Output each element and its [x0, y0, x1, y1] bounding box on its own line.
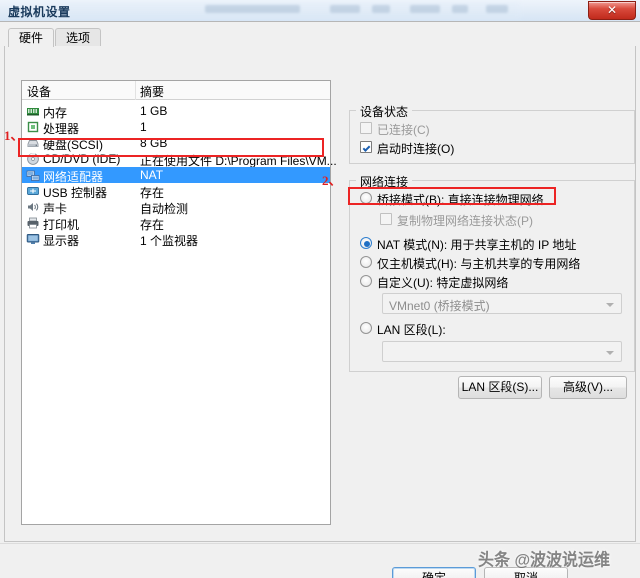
device-list[interactable]: 设备 摘要 内存 1 GB 处理器 1 硬盘(SCSI) 8 GB CD/DVD…: [21, 80, 337, 525]
checkbox-box: [380, 213, 392, 225]
radio-bridged-label: 桥接模式(B): 直接连接物理网络: [377, 193, 544, 207]
device-status-legend: 设备状态: [356, 103, 413, 120]
device-summary: 1 个监视器: [140, 234, 199, 248]
column-divider: [135, 81, 136, 100]
table-row[interactable]: USB 控制器 存在: [22, 183, 330, 200]
table-row[interactable]: 处理器 1: [22, 119, 330, 136]
table-row-network-adapter[interactable]: 网络适配器 NAT: [22, 167, 330, 184]
table-row[interactable]: CD/DVD (IDE) 正在使用文件 D:\Program Files\VM.…: [22, 151, 337, 168]
ok-button[interactable]: 确定: [392, 567, 476, 578]
table-row[interactable]: 声卡 自动检测: [22, 199, 330, 216]
lan-segments-button[interactable]: LAN 区段(S)...: [458, 376, 542, 399]
network-connection-legend: 网络连接: [356, 173, 413, 190]
radio-nat-label: NAT 模式(N): 用于共享主机的 IP 地址: [377, 238, 577, 252]
column-header-device: 设备: [27, 85, 52, 99]
blur-chip: [330, 5, 360, 13]
connect-at-power-on-label: 启动时连接(O): [377, 142, 455, 156]
display-icon: [26, 232, 40, 246]
usb-icon: [26, 184, 40, 198]
close-icon[interactable]: ✕: [588, 1, 636, 20]
connected-checkbox-label: 已连接(C): [377, 123, 430, 137]
device-list-header: 设备 摘要: [22, 81, 330, 100]
chevron-down-icon: [606, 303, 614, 307]
advanced-button[interactable]: 高级(V)...: [549, 376, 627, 399]
radio-custom-label: 自定义(U): 特定虚拟网络: [377, 276, 509, 290]
network-connection-group: 网络连接 桥接模式(B): 直接连接物理网络 复制物理网络连接状态(P) NAT…: [349, 173, 635, 372]
cddvd-icon: [26, 152, 40, 166]
checkbox-box: [360, 122, 372, 134]
harddisk-icon: [26, 136, 40, 150]
processor-icon: [26, 120, 40, 134]
device-status-group: 设备状态 已连接(C) 启动时连接(O): [349, 103, 635, 164]
radio-dot: [360, 322, 372, 334]
annotation-marker-1: 1、: [4, 128, 24, 143]
radio-lan-segment-label: LAN 区段(L):: [377, 323, 446, 337]
chevron-down-icon: [606, 351, 614, 355]
blur-chip: [372, 5, 390, 13]
blur-chip: [410, 5, 440, 13]
blur-chip: [486, 5, 508, 13]
radio-dot: [360, 256, 372, 268]
checkbox-box: [360, 141, 372, 153]
device-name: CD/DVD (IDE): [43, 152, 121, 166]
device-summary: 1 GB: [140, 104, 168, 118]
sound-icon: [26, 200, 40, 214]
title-bar: 虚拟机设置 ✕: [0, 0, 640, 21]
table-row[interactable]: 内存 1 GB: [22, 103, 330, 120]
device-summary: 1: [140, 120, 147, 134]
tab-strip: 硬件 选项: [8, 28, 102, 47]
device-summary: 8 GB: [140, 136, 168, 150]
blur-chip: [205, 5, 300, 13]
column-header-summary: 摘要: [140, 85, 165, 99]
annotation-marker-2: 2、: [322, 173, 342, 188]
printer-icon: [26, 216, 40, 230]
radio-dot: [360, 192, 372, 204]
tab-hardware[interactable]: 硬件: [8, 28, 55, 47]
replicate-physical-state-label: 复制物理网络连接状态(P): [397, 214, 533, 228]
radio-dot: [360, 275, 372, 287]
radio-dot: [360, 237, 372, 249]
window-title: 虚拟机设置: [8, 5, 71, 19]
device-name: 显示器: [43, 234, 80, 248]
tab-options[interactable]: 选项: [55, 28, 102, 47]
dialog-body: 硬件 选项 设备 摘要 内存 1 GB 处理器 1 硬盘(SCSI) 8 GB …: [0, 21, 640, 578]
custom-network-dropdown[interactable]: VMnet0 (桥接模式): [382, 293, 622, 314]
tab-content-pane: 设备 摘要 内存 1 GB 处理器 1 硬盘(SCSI) 8 GB CD/DVD…: [4, 46, 636, 576]
device-summary: NAT: [140, 168, 164, 182]
watermark: 头条 @波波说运维: [478, 551, 611, 570]
lan-segment-dropdown[interactable]: [382, 341, 622, 362]
blur-chip: [452, 5, 468, 13]
custom-network-value: VMnet0 (桥接模式): [389, 299, 490, 313]
vm-settings-window: 虚拟机设置 ✕ 硬件 选项 设备 摘要 内存 1 GB 处理器 1 硬盘(SCS…: [0, 0, 640, 578]
memory-icon: [26, 104, 40, 118]
table-row[interactable]: 显示器 1 个监视器: [22, 231, 330, 248]
radio-host-only-label: 仅主机模式(H): 与主机共享的专用网络: [377, 257, 581, 271]
network-icon: [26, 168, 40, 182]
table-row[interactable]: 硬盘(SCSI) 8 GB: [22, 135, 330, 152]
table-row[interactable]: 打印机 存在: [22, 215, 330, 232]
